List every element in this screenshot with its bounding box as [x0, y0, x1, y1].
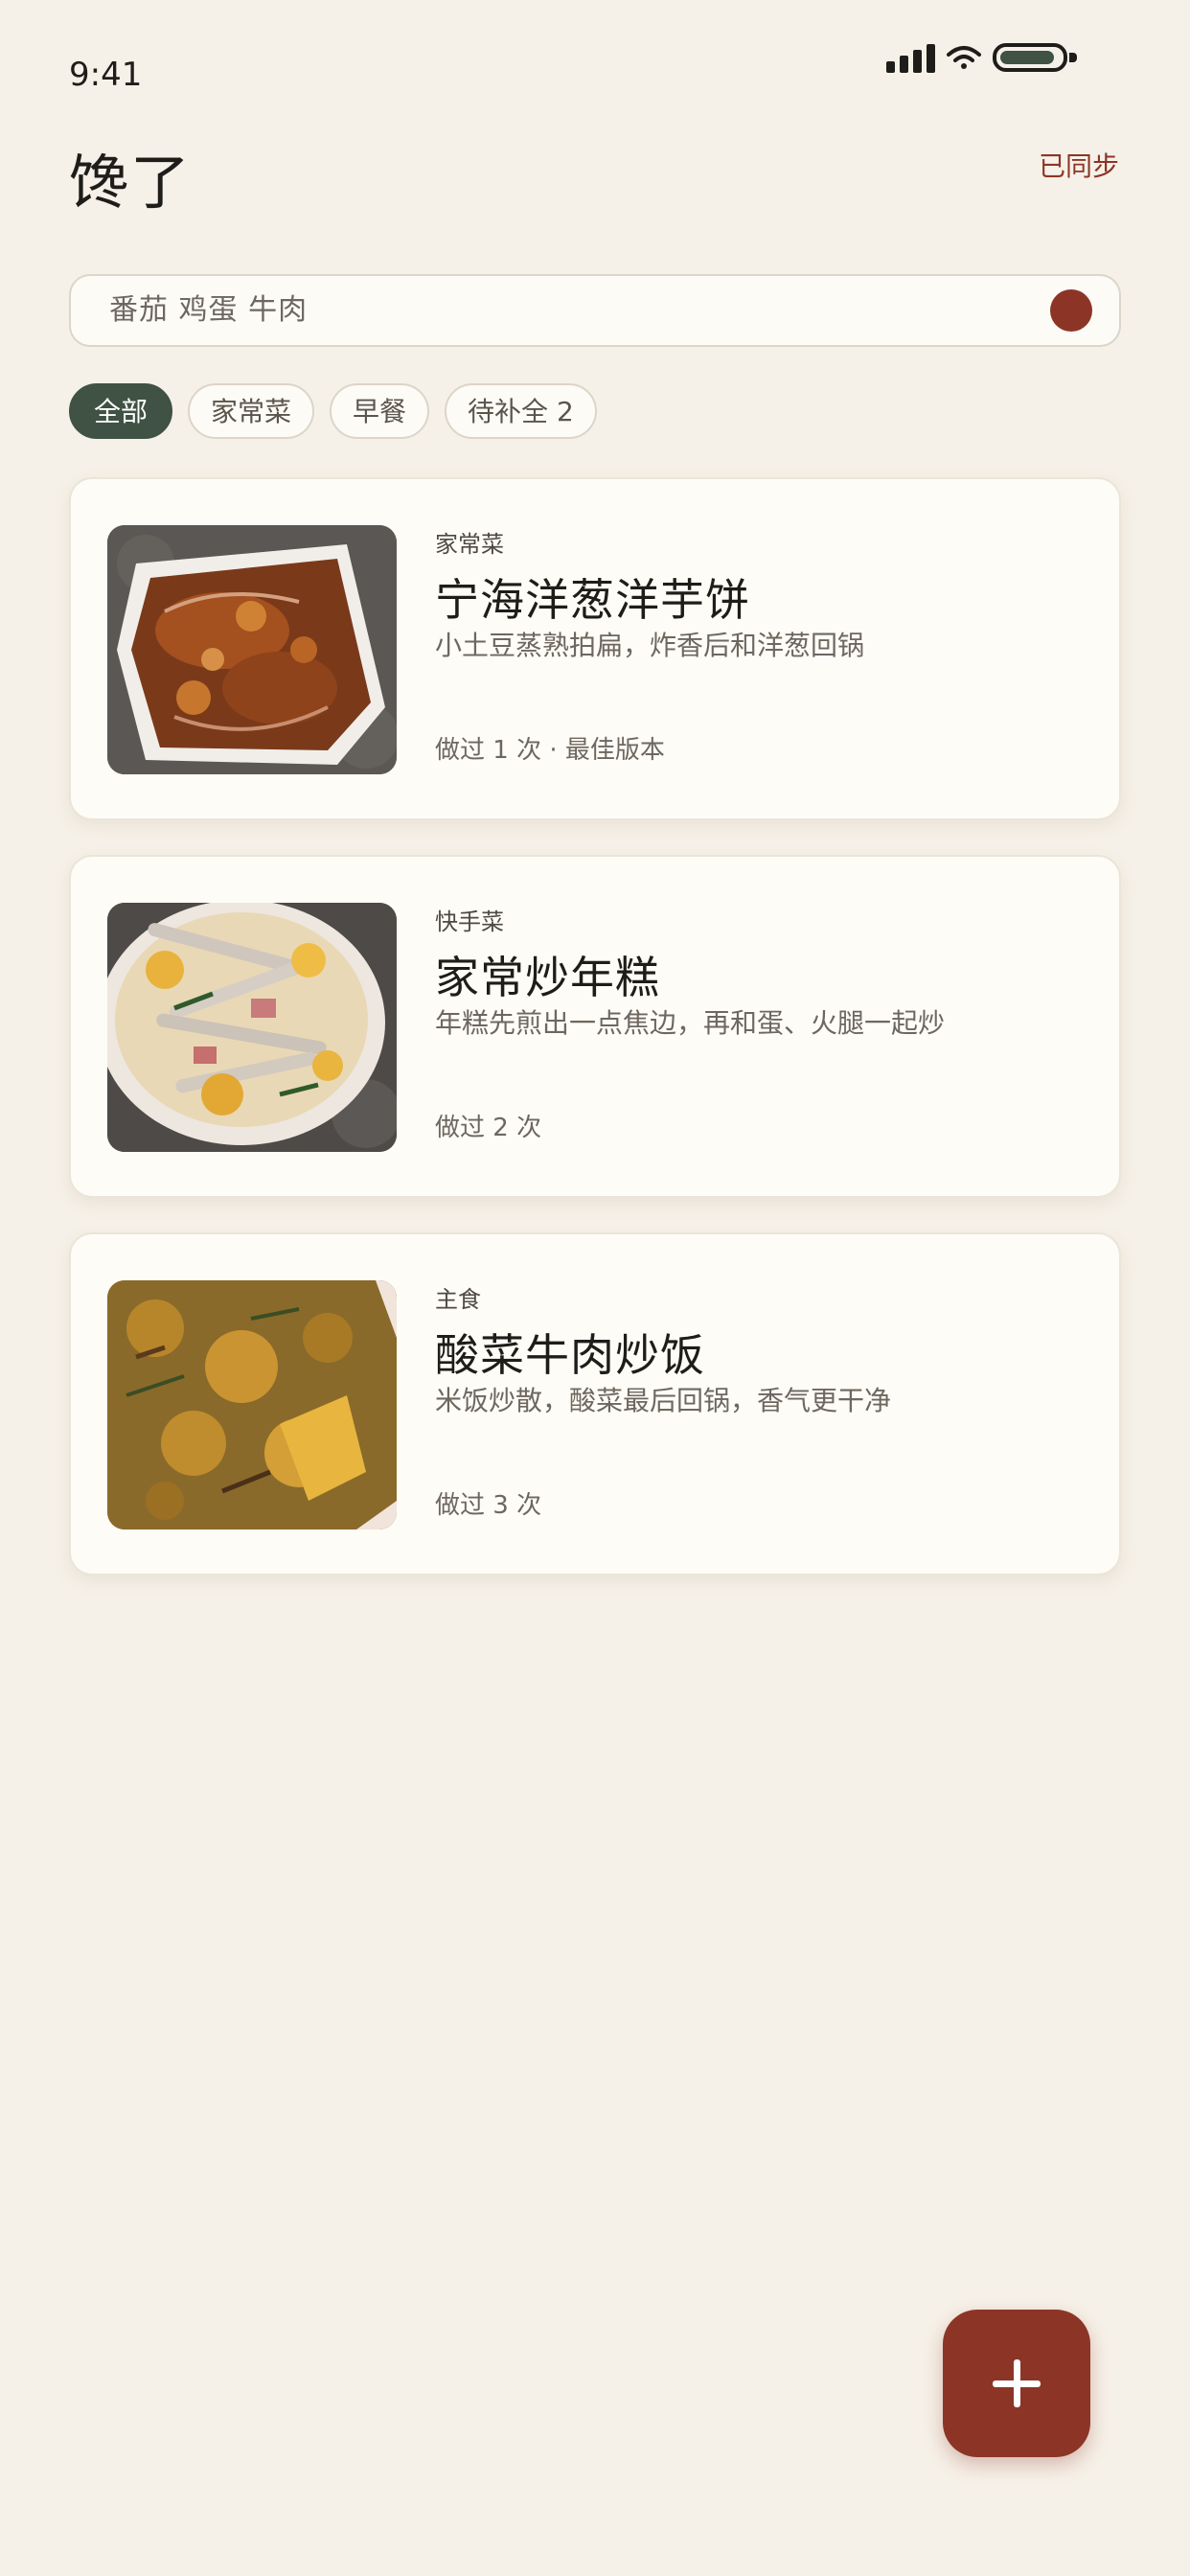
recipe-description: 小土豆蒸熟拍扁，炸香后和洋葱回锅	[435, 630, 865, 661]
status-time: 9:41	[69, 56, 143, 94]
wifi-icon	[947, 46, 981, 69]
search-bar[interactable]: 番茄 鸡蛋 牛肉	[69, 274, 1121, 347]
add-recipe-button[interactable]	[943, 2310, 1090, 2457]
recipe-title: 酸菜牛肉炒饭	[435, 1329, 705, 1381]
recipe-meta: 做过 2 次	[435, 1114, 542, 1142]
recipe-category: 主食	[435, 1286, 481, 1313]
app-title: 馋了	[69, 148, 193, 218]
voice-dot-icon[interactable]	[1050, 289, 1092, 332]
signal-icon	[886, 42, 935, 73]
recipe-card[interactable]: 快手菜 家常炒年糕 年糕先煎出一点焦边，再和蛋、火腿一起炒 做过 2 次	[69, 855, 1121, 1198]
battery-icon	[993, 43, 1067, 72]
recipe-category: 家常菜	[435, 531, 504, 558]
chip-home-cooking[interactable]: 家常菜	[188, 383, 315, 439]
recipe-description: 米饭炒散，酸菜最后回锅，香气更干净	[435, 1385, 892, 1416]
chip-all[interactable]: 全部	[69, 383, 173, 439]
recipe-photo	[107, 903, 397, 1152]
recipe-photo	[107, 525, 397, 774]
status-icons	[886, 42, 1077, 73]
recipe-description: 年糕先煎出一点焦边，再和蛋、火腿一起炒	[435, 1007, 946, 1039]
filter-chips: 全部 家常菜 早餐 待补全 2	[69, 383, 597, 439]
recipe-title: 家常炒年糕	[435, 952, 660, 1003]
recipe-category: 快手菜	[435, 908, 504, 935]
recipe-meta: 做过 1 次 · 最佳版本	[435, 736, 665, 765]
search-input[interactable]: 番茄 鸡蛋 牛肉	[109, 276, 308, 345]
chip-breakfast[interactable]: 早餐	[330, 383, 430, 439]
recipe-photo	[107, 1280, 397, 1530]
recipe-title: 宁海洋葱洋芋饼	[435, 574, 750, 626]
recipe-card[interactable]: 主食 酸菜牛肉炒饭 米饭炒散，酸菜最后回锅，香气更干净 做过 3 次	[69, 1232, 1121, 1576]
sync-status[interactable]: 已同步	[1039, 146, 1119, 184]
recipe-card[interactable]: 家常菜 宁海洋葱洋芋饼 小土豆蒸熟拍扁，炸香后和洋葱回锅 做过 1 次 · 最佳…	[69, 477, 1121, 820]
recipe-meta: 做过 3 次	[435, 1491, 542, 1520]
chip-to-complete[interactable]: 待补全 2	[445, 383, 597, 439]
